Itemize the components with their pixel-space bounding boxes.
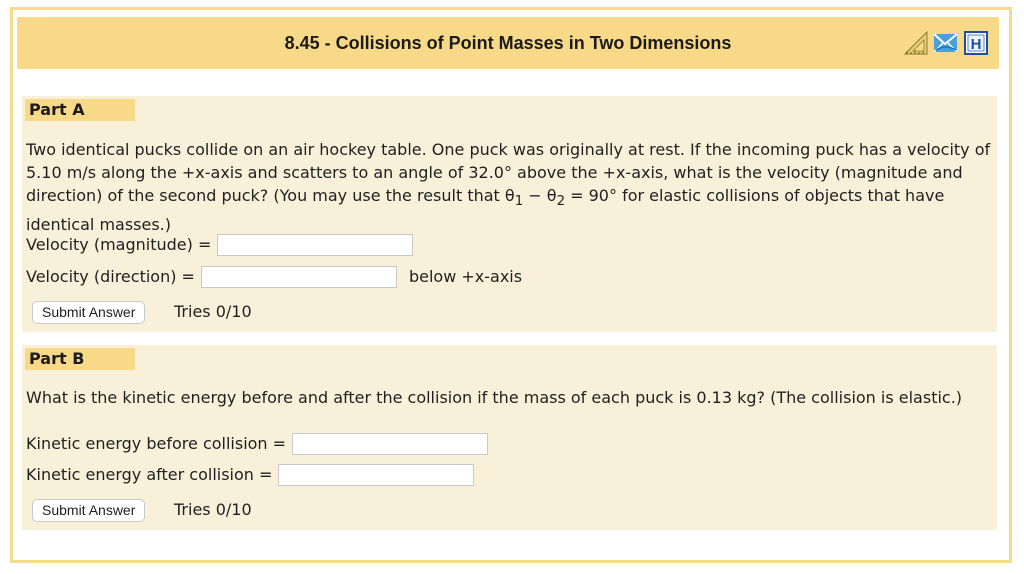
part-a-panel: Part A Two identical pucks collide on an… [22,96,997,332]
problem-title: 8.45 - Collisions of Point Masses in Two… [284,33,732,53]
theta-2-subscript: 2 [556,194,566,210]
ke-before-row: Kinetic energy before collision = [26,433,489,455]
header-tools: H [903,30,989,56]
velocity-direction-input[interactable] [200,266,397,288]
part-b-label: Part B [25,348,135,370]
part-a-question: Two identical pucks collide on an air ho… [26,138,991,236]
theta-1-subscript: 1 [514,194,524,210]
part-b-panel: Part B What is the kinetic energy before… [22,345,997,530]
ke-after-input[interactable] [278,464,475,486]
problem-header: 8.45 - Collisions of Point Masses in Two… [17,17,999,69]
envelope-icon[interactable] [933,30,959,56]
velocity-magnitude-row: Velocity (magnitude) = [26,234,414,256]
velocity-magnitude-input[interactable] [217,234,414,256]
velocity-magnitude-label: Velocity (magnitude) = [26,235,212,254]
part-b-tries: Tries 0/10 [174,500,252,519]
ke-before-label: Kinetic energy before collision = [26,434,287,453]
velocity-direction-row: Velocity (direction) = below +x-axis [26,266,522,288]
part-b-submit-button[interactable]: Submit Answer [32,499,146,522]
part-a-tries: Tries 0/10 [174,302,252,321]
minus-theta: − θ [523,186,557,205]
ke-before-input[interactable] [292,433,489,455]
ke-after-row: Kinetic energy after collision = [26,464,475,486]
part-a-label: Part A [25,99,135,121]
ke-after-label: Kinetic energy after collision = [26,465,273,484]
handout-icon[interactable]: H [963,30,989,56]
part-a-submit-button[interactable]: Submit Answer [32,301,146,324]
velocity-direction-suffix: below +x-axis [408,267,523,286]
part-b-question: What is the kinetic energy before and af… [26,388,963,407]
velocity-direction-label: Velocity (direction) = [26,267,195,286]
triangle-ruler-icon[interactable] [903,30,929,56]
handout-letter: H [971,36,982,53]
